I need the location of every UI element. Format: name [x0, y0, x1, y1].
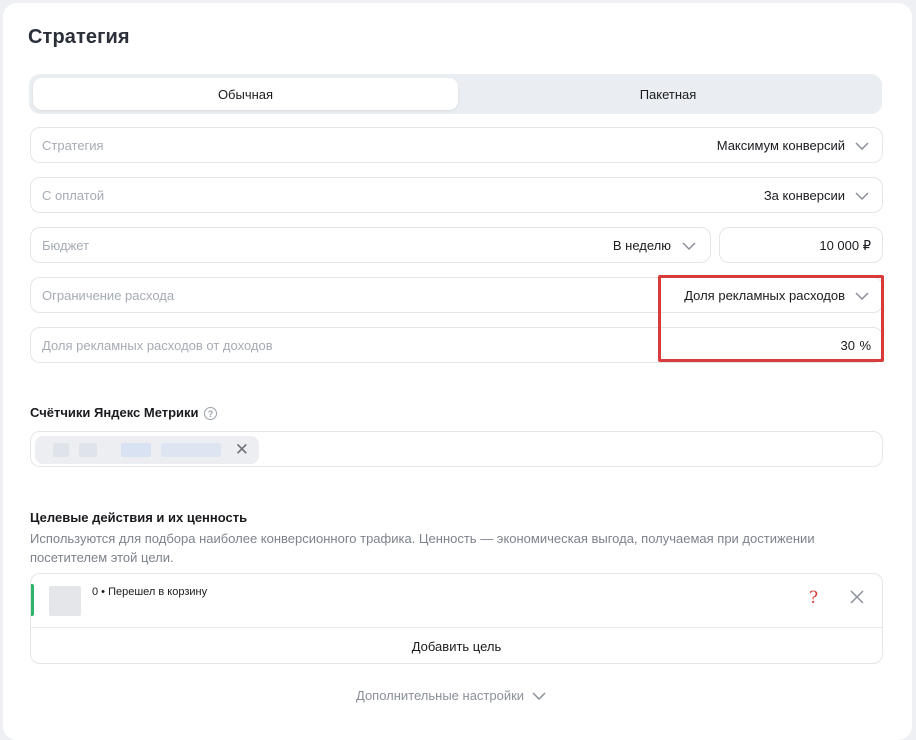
payment-label: С оплатой [42, 188, 105, 203]
add-goal-button[interactable]: Добавить цель [31, 628, 882, 663]
help-mark: ? [207, 408, 214, 419]
redacted-block [79, 443, 97, 457]
budget-label: Бюджет [42, 238, 90, 253]
goal-status-bar [31, 584, 34, 616]
close-icon[interactable] [849, 589, 865, 605]
budget-period-value: В неделю [612, 238, 671, 253]
ad-share-label: Доля рекламных расходов от доходов [42, 338, 273, 353]
strategy-label: Стратегия [42, 138, 104, 153]
more-settings-toggle[interactable]: Дополнительные настройки [356, 688, 546, 703]
spend-limit-select[interactable]: Ограничение расхода Доля рекламных расхо… [30, 277, 883, 313]
close-icon[interactable]: ✕ [235, 441, 249, 459]
redacted-block [53, 443, 69, 457]
strategy-type-tabs: Обычная Пакетная [29, 74, 882, 114]
payment-select[interactable]: С оплатой За конверсии [30, 177, 883, 213]
chevron-down-icon [682, 242, 696, 250]
counters-title: Счётчики Яндекс Метрики [30, 405, 199, 420]
ad-share-value: 30 [840, 338, 855, 353]
chevron-down-icon [855, 292, 869, 300]
spend-limit-value: Доля рекламных расходов [684, 288, 845, 303]
payment-value: За конверсии [763, 188, 845, 203]
chevron-down-icon [855, 192, 869, 200]
ad-share-input[interactable]: Доля рекламных расходов от доходов 30 % [30, 327, 883, 363]
chevron-down-icon [532, 688, 546, 703]
page-title: Стратегия [28, 26, 130, 48]
ad-share-unit: % [859, 338, 871, 353]
help-circle-icon[interactable]: ? [204, 407, 217, 420]
tab-regular[interactable]: Обычная [33, 78, 458, 110]
counter-chip: ✕ [35, 436, 259, 464]
counters-input[interactable]: ✕ [30, 431, 883, 467]
goal-item-label: 0 • Перешел в корзину [92, 586, 208, 598]
more-settings-label: Дополнительные настройки [356, 688, 525, 703]
tab-package[interactable]: Пакетная [458, 78, 878, 110]
goals-title: Целевые действия и их ценность [30, 510, 248, 525]
strategy-select[interactable]: Стратегия Максимум конверсий [30, 127, 883, 163]
redacted-block [161, 443, 221, 457]
annotation-question-mark: ? [809, 588, 819, 608]
budget-period-select[interactable]: Бюджет В неделю [30, 227, 711, 263]
budget-amount-input[interactable]: 10 000 ₽ [719, 227, 883, 263]
spend-limit-label: Ограничение расхода [42, 288, 175, 303]
strategy-value: Максимум конверсий [716, 138, 845, 153]
goals-description: Используются для подбора наиболее конвер… [30, 531, 815, 565]
chevron-down-icon [855, 142, 869, 150]
redacted-block [121, 443, 151, 457]
redacted-block [49, 586, 81, 616]
budget-amount-value: 10 000 ₽ [819, 238, 871, 253]
goals-list: 0 • Перешел в корзину ? Добавить цель [30, 573, 883, 664]
